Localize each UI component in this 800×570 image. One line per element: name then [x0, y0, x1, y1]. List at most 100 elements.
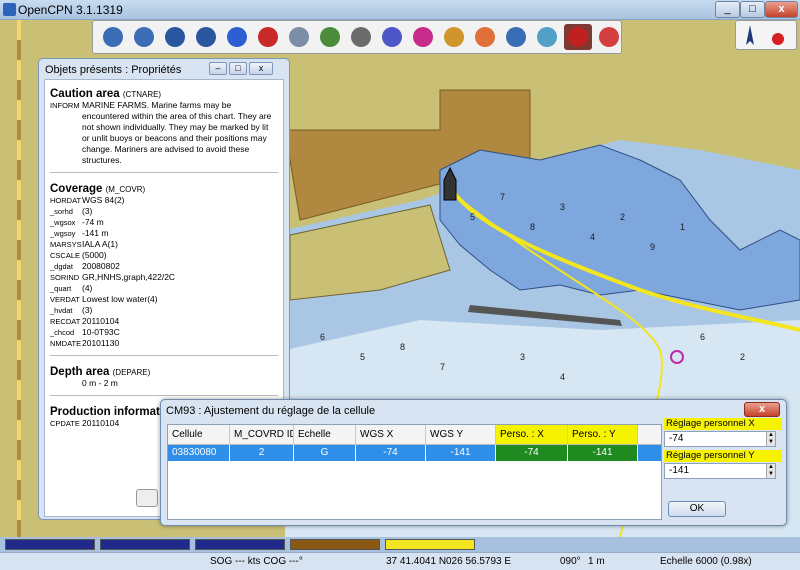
attribute-row: HORDAT WGS 84(2): [50, 195, 278, 206]
plugin-button[interactable]: [533, 24, 561, 50]
marine-farm-button[interactable]: [595, 24, 623, 50]
close-button[interactable]: x: [765, 1, 798, 18]
scale-status: Echelle 6000 (0.98x): [660, 556, 752, 567]
zoom-in-button[interactable]: [99, 24, 127, 50]
tide-current-icon: [568, 27, 588, 47]
properties-ok-button[interactable]: [136, 489, 158, 507]
attribute-key: _dgdat: [50, 262, 73, 271]
attribute-value: 0 m - 2 m: [82, 378, 118, 388]
help-icon: [506, 27, 526, 47]
attribute-row: VERDAT Lowest low water(4): [50, 294, 278, 305]
depth-sounding: 6: [320, 332, 325, 342]
attribute-row: NMDATE 20101130: [50, 338, 278, 349]
scale-in-button[interactable]: [161, 24, 189, 50]
text-button[interactable]: [316, 24, 344, 50]
route-button[interactable]: [223, 24, 251, 50]
spinner-arrows-icon[interactable]: ▲ ▼: [766, 432, 775, 446]
help-button[interactable]: [502, 24, 530, 50]
settings-wrench-icon: [289, 27, 309, 47]
main-toolbar: [92, 20, 622, 54]
x-offset-spinner[interactable]: -74 ▲ ▼: [664, 431, 776, 447]
attribute-value: 20101130: [82, 338, 120, 348]
mob-lifering-button[interactable]: [471, 24, 499, 50]
column-header[interactable]: Perso. : Y: [568, 425, 638, 444]
chart-left-rail: [17, 20, 21, 538]
ship-follow-button[interactable]: [254, 24, 282, 50]
column-header[interactable]: WGS X: [356, 425, 426, 444]
cell-offset-table: Cellule M_COVRD ID Echelle WGS X WGS Y Perso.…: [167, 424, 662, 520]
settings-wrench-button[interactable]: [285, 24, 313, 50]
attribute-key: MARSYS: [50, 240, 82, 249]
attribute-value: (3): [82, 305, 93, 315]
x-offset-label: Réglage personnel X (mètres): [664, 418, 782, 441]
attribute-key: _wgsox: [50, 218, 76, 227]
column-header[interactable]: WGS Y: [426, 425, 496, 444]
separator: [50, 172, 278, 173]
ship-follow-icon: [258, 27, 278, 47]
properties-close-button[interactable]: x: [249, 62, 273, 75]
mob-lifering-icon: [475, 27, 495, 47]
compass-widget[interactable]: [735, 20, 797, 50]
attribute-value: Lowest low water(4): [82, 294, 158, 304]
column-header[interactable]: Perso. : X: [496, 425, 568, 444]
chart-quilt-segment[interactable]: [5, 539, 95, 550]
route-manager-button[interactable]: [378, 24, 406, 50]
cm93-dialog-title: CM93 : Ajustement du réglage de la cellu…: [166, 405, 376, 417]
column-header[interactable]: Cellule: [168, 425, 230, 444]
attribute-key: CPDATE: [50, 419, 80, 428]
cm93-ok-button[interactable]: OK: [668, 501, 726, 517]
attribute-key: [50, 378, 82, 389]
attribute-row: CSCALE (5000): [50, 250, 278, 261]
chart-quilt-segment[interactable]: [385, 539, 475, 550]
column-header[interactable]: M_COVRD ID: [230, 425, 294, 444]
object-name: Caution area: [50, 88, 120, 100]
attribute-key: RECDAT: [50, 317, 81, 326]
chart-quilt-segment[interactable]: [290, 539, 380, 550]
bearing-status: 090°: [560, 556, 581, 567]
spinner-arrows-icon[interactable]: ▲ ▼: [766, 464, 775, 478]
properties-minimize-button[interactable]: –: [209, 62, 227, 75]
scale-out-button[interactable]: [192, 24, 220, 50]
print-button[interactable]: [347, 24, 375, 50]
properties-maximize-button[interactable]: □: [229, 62, 247, 75]
maximize-button[interactable]: □: [740, 1, 765, 18]
attribute-value: IALA A(1): [82, 239, 118, 249]
route-icon: [227, 27, 247, 47]
cm93-offset-dialog: CM93 : Ajustement du réglage de la cellu…: [160, 399, 787, 526]
depth-sounding: 9: [650, 242, 655, 252]
scale-in-icon: [165, 27, 185, 47]
cm93-close-button[interactable]: x: [744, 402, 780, 417]
object-title: Depth area (DEPARE): [50, 366, 278, 378]
attribute-value: 20110104: [82, 316, 120, 326]
sog-cog-status: SOG --- kts COG ---°: [210, 556, 303, 567]
attribute-key: NMDATE: [50, 339, 82, 348]
column-header[interactable]: Echelle: [294, 425, 356, 444]
table-cell: G: [294, 445, 356, 461]
attribute-value: 10-0T93C: [82, 327, 120, 337]
zoom-out-button[interactable]: [130, 24, 158, 50]
attribute-value: MARINE FARMS. Marine farms may be encoun…: [82, 100, 272, 165]
minimize-button[interactable]: _: [715, 1, 740, 18]
chart-quilt-segment[interactable]: [100, 539, 190, 550]
attribute-key: SORIND: [50, 273, 80, 282]
latitude-status: 37 41.4041 N: [386, 556, 447, 567]
attribute-row: INFORM MARINE FARMS. Marine farms may be …: [50, 100, 278, 166]
table-row[interactable]: 03830080 2 G -74 -141 -74 -141: [168, 445, 661, 461]
x-offset-value: -74: [669, 433, 684, 444]
y-offset-spinner[interactable]: -141 ▲ ▼: [664, 463, 776, 479]
object-name: Depth area: [50, 366, 110, 378]
attribute-key: INFORM: [50, 101, 80, 110]
attribute-key: _wgsoy: [50, 229, 76, 238]
object-title: Coverage (M_COVR): [50, 183, 278, 195]
depth-sounding: 5: [470, 212, 475, 222]
attribute-value: (3): [82, 206, 93, 216]
color-scheme-button[interactable]: [440, 24, 468, 50]
chart-quilt-segment[interactable]: [195, 539, 285, 550]
tide-current-button[interactable]: [564, 24, 592, 50]
attribute-value: GR,HNHS,graph,422/2C: [82, 272, 176, 282]
attribute-row: RECDAT 20110104: [50, 316, 278, 327]
attribute-key: CSCALE: [50, 251, 81, 260]
track-button[interactable]: [409, 24, 437, 50]
attribute-row: SORIND GR,HNHS,graph,422/2C: [50, 272, 278, 283]
object-code: (M_COVR): [105, 185, 146, 194]
